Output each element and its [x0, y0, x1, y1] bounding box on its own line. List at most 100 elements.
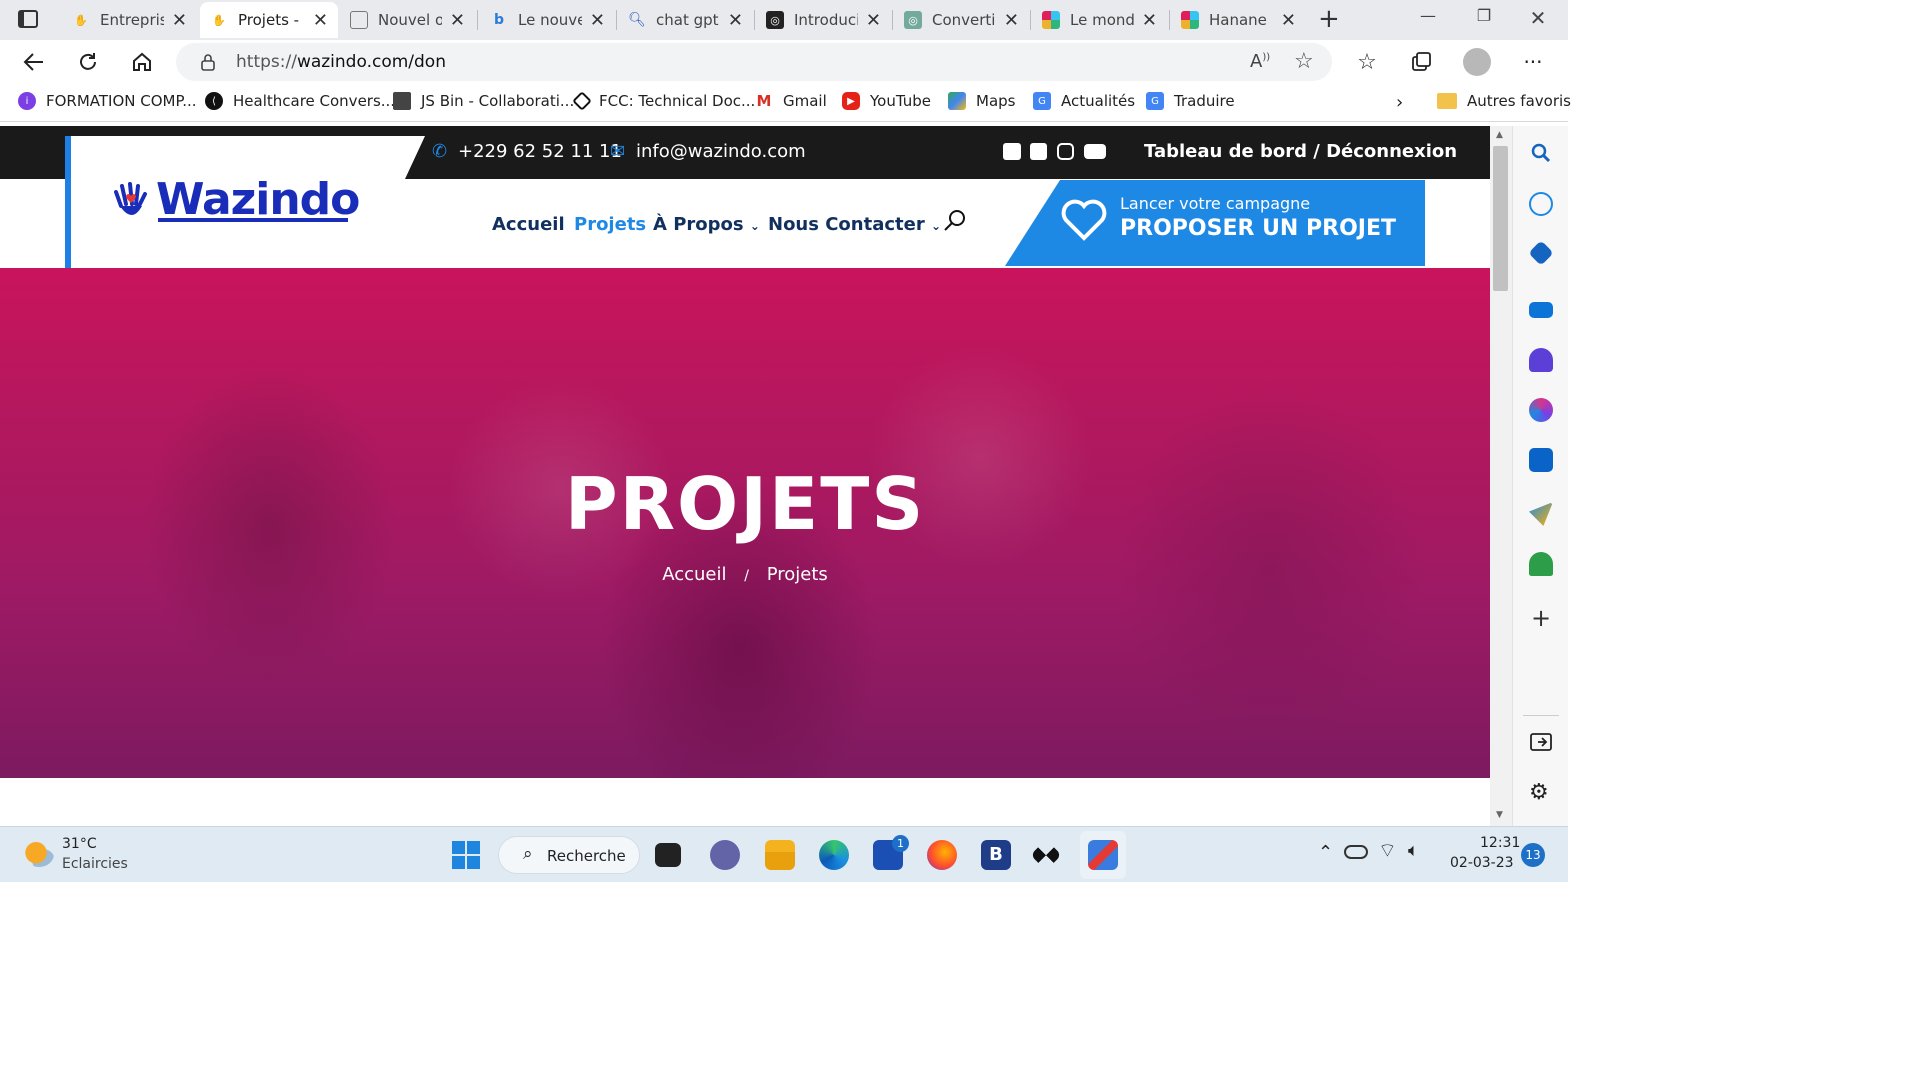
bookmark-other-favorites[interactable]: Autres favoris — [1437, 92, 1571, 110]
volume-icon[interactable]: 🔈︎ — [1408, 840, 1419, 861]
booking-icon[interactable]: B — [981, 840, 1011, 870]
firefox-icon[interactable] — [927, 840, 957, 870]
bookmark-label: Maps — [976, 92, 1016, 110]
hide-sidebar-icon[interactable] — [1530, 732, 1552, 752]
tab-bing[interactable]: b Le nouve ✕ — [480, 2, 615, 38]
games-icon[interactable] — [1529, 348, 1553, 372]
tab-converti[interactable]: ◎ Converti ✕ — [894, 2, 1029, 38]
bookmark-actualites[interactable]: G Actualités — [1033, 92, 1135, 110]
close-tab-icon[interactable]: ✕ — [728, 10, 743, 31]
tree-icon[interactable] — [1529, 552, 1553, 576]
tab-search[interactable]: 🔍︎ chat gpt ✕ — [618, 2, 753, 38]
scrollbar-thumb[interactable] — [1493, 146, 1508, 291]
lock-icon[interactable] — [200, 53, 216, 71]
close-window-button[interactable]: ✕ — [1518, 6, 1558, 34]
close-tab-icon[interactable]: ✕ — [172, 10, 187, 31]
url-text[interactable]: https://wazindo.com/don — [236, 52, 446, 72]
wifi-icon[interactable]: ⌔ — [1378, 838, 1397, 863]
teams-chat-icon[interactable] — [710, 840, 740, 870]
clock-date[interactable]: 02-03-23 — [1450, 855, 1514, 871]
nav-projets[interactable]: Projets — [574, 214, 646, 235]
start-windows-icon[interactable] — [452, 841, 480, 869]
edge-browser-icon[interactable] — [819, 840, 849, 870]
search-icon[interactable] — [1530, 142, 1552, 164]
collections-icon[interactable] — [1403, 44, 1439, 80]
taskbar-search-box[interactable]: ⌕ Recherche — [498, 836, 640, 874]
more-menu-icon[interactable]: ··· — [1515, 44, 1551, 80]
tab-introducing[interactable]: ◎ Introduci ✕ — [756, 2, 891, 38]
close-tab-icon[interactable]: ✕ — [866, 10, 881, 31]
back-button[interactable] — [16, 44, 52, 80]
youtube-icon[interactable] — [1084, 144, 1106, 159]
add-favorite-icon[interactable]: ☆ — [1294, 49, 1314, 74]
close-tab-icon[interactable]: ✕ — [590, 10, 605, 31]
bookmark-gmail[interactable]: M Gmail — [755, 92, 827, 110]
outlook-icon[interactable] — [1529, 448, 1553, 472]
restore-button[interactable]: ❐ — [1464, 6, 1504, 34]
weather-temperature[interactable]: 31°C — [62, 836, 97, 852]
close-tab-icon[interactable]: ✕ — [313, 10, 328, 31]
new-tab-button[interactable]: + — [1318, 4, 1340, 34]
tab-title: Nouvel o — [378, 11, 442, 29]
weather-icon[interactable] — [24, 841, 54, 867]
file-explorer-icon[interactable] — [765, 840, 795, 870]
phone-number[interactable]: +229 62 52 11 11 — [458, 141, 622, 162]
nav-nous-contacter[interactable]: Nous Contacter ⌄ — [768, 214, 941, 235]
instagram-icon[interactable] — [1057, 143, 1074, 160]
onedrive-cloud-icon[interactable] — [1344, 845, 1368, 859]
clock-time[interactable]: 12:31 — [1480, 835, 1520, 851]
snipping-tool-icon[interactable] — [1088, 840, 1118, 870]
tab-le-monde[interactable]: Le mond ✕ — [1032, 2, 1167, 38]
minimize-button[interactable]: — — [1408, 6, 1448, 34]
breadcrumb-home-link[interactable]: Accueil — [662, 564, 726, 585]
nav-a-propos[interactable]: À Propos ⌄ — [653, 214, 760, 235]
bookmark-traduire[interactable]: G Traduire — [1146, 92, 1235, 110]
microsoft365-icon[interactable] — [1529, 398, 1553, 422]
tab-entreprise[interactable]: ✋ Entrepris ✕ — [62, 2, 197, 38]
settings-gear-icon[interactable]: ⚙ — [1529, 780, 1549, 805]
close-tab-icon[interactable]: ✕ — [450, 10, 465, 31]
account-link[interactable]: Tableau de bord / Déconnexion — [1144, 141, 1457, 162]
search-icon[interactable] — [943, 209, 967, 233]
show-hidden-icons-chevron[interactable]: ⌃ — [1318, 842, 1333, 863]
bookmark-youtube[interactable]: ▶ YouTube — [842, 92, 931, 110]
shopping-tag-icon[interactable] — [1528, 240, 1554, 266]
tab-hanane[interactable]: Hanane l ✕ — [1171, 2, 1306, 38]
facebook-icon[interactable] — [1030, 143, 1047, 160]
propose-project-button[interactable]: Lancer votre campagne PROPOSER UN PROJET — [1005, 180, 1425, 266]
bookmark-healthcare[interactable]: ⟨ Healthcare Convers... — [205, 92, 395, 110]
bing-chat-icon[interactable] — [1529, 192, 1553, 216]
more-bookmarks-chevron-icon[interactable]: › — [1396, 92, 1403, 113]
read-aloud-icon[interactable]: A)) — [1250, 51, 1270, 72]
refresh-button[interactable] — [70, 44, 106, 80]
nav-accueil[interactable]: Accueil — [492, 214, 565, 235]
task-view-icon[interactable] — [655, 843, 681, 867]
bookmark-jsbin[interactable]: JS Bin - Collaborati... — [393, 92, 574, 110]
close-tab-icon[interactable]: ✕ — [1142, 10, 1157, 31]
tools-briefcase-icon[interactable] — [1529, 302, 1553, 318]
scroll-up-icon[interactable]: ▲ — [1496, 130, 1503, 140]
close-tab-icon[interactable]: ✕ — [1004, 10, 1019, 31]
page-scrollbar[interactable]: ▲ ▼ — [1490, 126, 1512, 826]
email-link[interactable]: info@wazindo.com — [636, 141, 806, 162]
bookmark-formation[interactable]: i FORMATION COMP... — [18, 92, 197, 110]
tab-nouvel-onglet[interactable]: Nouvel o ✕ — [340, 2, 475, 38]
profile-avatar[interactable] — [1463, 48, 1491, 76]
tab-actions-icon[interactable] — [18, 10, 38, 28]
tab-projets[interactable]: ✋ Projets - ✕ — [200, 2, 338, 38]
add-sidebar-app-icon[interactable]: + — [1531, 604, 1551, 632]
notification-count-badge[interactable]: 13 — [1521, 843, 1545, 867]
bookmark-fcc[interactable]: FCC: Technical Doc... — [572, 91, 755, 111]
close-tab-icon[interactable]: ✕ — [1281, 10, 1296, 31]
favorites-icon[interactable]: ☆ — [1349, 44, 1385, 80]
twitter-icon[interactable] — [1003, 143, 1021, 160]
home-button[interactable] — [124, 44, 160, 80]
address-bar[interactable]: https://wazindo.com/don A)) ☆ — [176, 43, 1332, 81]
tab-title: Hanane l — [1209, 11, 1273, 29]
weather-condition[interactable]: Eclaircies — [62, 856, 128, 872]
browser-tab-bar: ✋ Entrepris ✕ ✋ Projets - ✕ Nouvel o ✕ b… — [0, 0, 1568, 40]
bookmark-maps[interactable]: Maps — [948, 92, 1015, 110]
send-icon[interactable] — [1529, 502, 1553, 526]
dropbox-icon[interactable] — [1030, 839, 1062, 871]
scroll-down-icon[interactable]: ▼ — [1496, 810, 1503, 820]
